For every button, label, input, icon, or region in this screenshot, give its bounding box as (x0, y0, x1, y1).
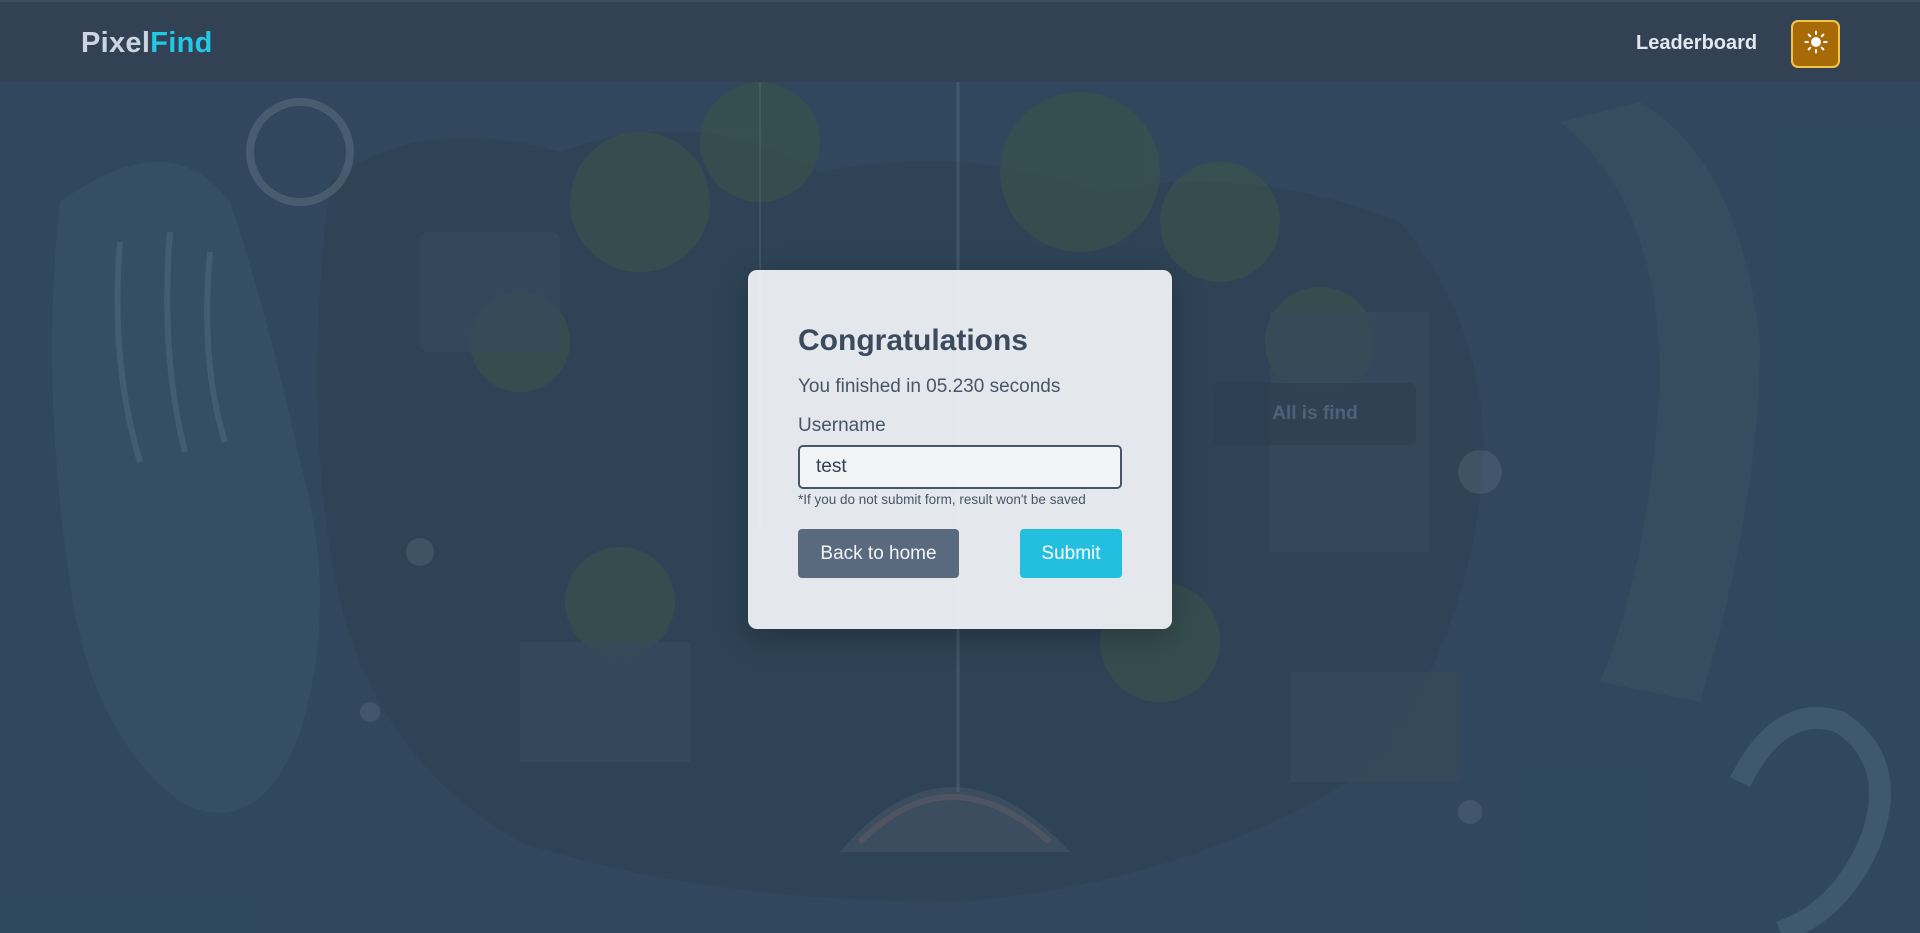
brand-logo-find: Find (150, 27, 213, 59)
finish-time-text: You finished in 05.230 seconds (798, 376, 1061, 397)
submit-button[interactable]: Submit (1020, 529, 1122, 578)
brand-logo-pixel: Pixel (81, 27, 151, 59)
theme-toggle-button[interactable] (1791, 20, 1840, 68)
sun-icon (1804, 30, 1828, 59)
modal-title: Congratulations (798, 324, 1028, 357)
brand-logo[interactable]: PixelFind (81, 27, 213, 60)
back-to-home-button[interactable]: Back to home (798, 529, 959, 578)
navbar: PixelFind Leaderboard (0, 0, 1920, 82)
username-input[interactable] (798, 445, 1122, 489)
submit-hint-text: *If you do not submit form, result won't… (798, 492, 1086, 507)
username-label: Username (798, 415, 886, 436)
congratulations-modal: Congratulations You finished in 05.230 s… (748, 270, 1172, 629)
leaderboard-link[interactable]: Leaderboard (1636, 32, 1757, 55)
